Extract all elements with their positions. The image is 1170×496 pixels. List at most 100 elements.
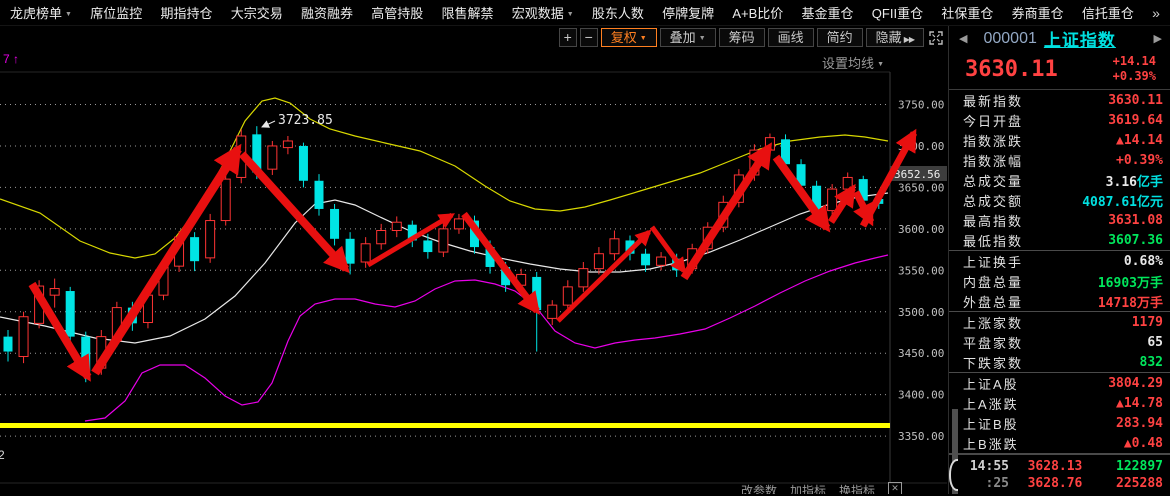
quote-label: 今日开盘 (963, 111, 1023, 130)
quote-row: 指数涨跌▲14.14 (949, 130, 1170, 150)
quote-header: ◀ 000001 上证指数 ▶ (949, 26, 1170, 51)
toolbar-button-复权[interactable]: 复权▼ (601, 28, 657, 47)
quote-label: 上证换手 (963, 252, 1023, 271)
quote-label: 上B涨跌 (963, 434, 1019, 453)
chevron-down-icon: ▼ (65, 11, 72, 18)
quote-row: 上证B股283.94 (949, 413, 1170, 433)
ma-settings-label: 设置均线 (822, 56, 874, 71)
menu-item[interactable]: 社保重仓 (941, 3, 993, 22)
quote-value: 0.68% (1124, 254, 1163, 269)
svg-text:3550.00: 3550.00 (898, 264, 944, 277)
quote-row: 总成交额4087.61亿元 (949, 190, 1170, 210)
ma-settings-button[interactable]: 设置均线▼ (822, 53, 884, 72)
tool-link-改参数[interactable]: 改参数 (741, 482, 777, 494)
quote-row: 上证A股 3804.29 (949, 373, 1170, 393)
quote-label: 上证B股 (963, 414, 1019, 433)
menu-item[interactable]: 股东人数 (592, 3, 644, 22)
svg-text:3652.56: 3652.56 (894, 168, 940, 181)
quote-row: 外盘总量14718万手 (949, 291, 1170, 312)
clipped-label-fragment: 2 (0, 448, 5, 462)
quote-row: 内盘总量 16903万手 (949, 271, 1170, 291)
menu-item[interactable]: 券商重仓 (1012, 3, 1064, 22)
quote-row: 指数涨幅+0.39% (949, 150, 1170, 170)
quote-label: 上证A股 (963, 374, 1019, 393)
quote-value: 832 (1140, 355, 1163, 370)
quote-row: 上涨家数 1179 (949, 312, 1170, 332)
zoom-out-button[interactable]: − (580, 28, 598, 47)
quote-value: 16903万手 (1098, 272, 1163, 291)
quote-value: 1179 (1132, 315, 1163, 330)
svg-text:3650.00: 3650.00 (898, 181, 944, 194)
quote-row: 总成交量3.16亿手 (949, 170, 1170, 190)
indicator-tools-row: 改参数 加指标 换指标 ✕ (741, 482, 902, 494)
menu-item[interactable]: A+B比价 (732, 3, 783, 22)
top-menu-bar: 龙虎榜单▼ 席位监控期指持仓大宗交易融资融券高管持股限售解禁宏观数据▼ 股东人数停牌… (0, 0, 1170, 26)
menu-item[interactable]: 席位监控 (90, 3, 142, 22)
quote-rows: 最新指数3630.11今日开盘3619.64指数涨跌▲14.14指数涨幅+0.3… (949, 89, 1170, 454)
candlestick-chart-canvas[interactable]: 3750.003700.003650.003600.003550.003500.… (0, 49, 948, 494)
fullscreen-expand-icon[interactable] (927, 29, 944, 46)
menu-item[interactable]: 基金重仓 (802, 3, 854, 22)
toolbar-button-简约[interactable]: 简约 (817, 28, 863, 47)
quote-row: 下跌家数 832 (949, 352, 1170, 373)
quote-row: 上证换手 0.68% (949, 251, 1170, 271)
tool-link-加指标[interactable]: 加指标 (790, 482, 826, 494)
menu-item[interactable]: 期指持仓 (160, 3, 212, 22)
chevron-down-icon: ▼ (877, 61, 884, 68)
zoom-in-button[interactable]: + (559, 28, 577, 47)
quote-value: 65 (1147, 335, 1163, 350)
toolbar-button-叠加[interactable]: 叠加▼ (660, 28, 716, 47)
quote-value: 3804.29 (1108, 376, 1163, 391)
quote-row: 平盘家数 65 (949, 332, 1170, 352)
quote-label: 外盘总量 (963, 292, 1023, 311)
toolbar-button-筹码[interactable]: 筹码 (719, 28, 765, 47)
menu-more-chevron[interactable]: » (1152, 5, 1160, 21)
stock-name-link[interactable]: 上证指数 (1044, 26, 1116, 51)
menu-item[interactable]: QFII重仓 (872, 3, 923, 22)
quote-row: 上A涨跌▲14.78 (949, 393, 1170, 413)
quote-row: 今日开盘3619.64 (949, 110, 1170, 130)
quote-label: 总成交量 (963, 171, 1023, 190)
quote-row: 最低指数 3607.36 (949, 230, 1170, 251)
menu-item[interactable]: 融资融券 (301, 3, 353, 22)
stock-code: 000001 (983, 30, 1036, 48)
quote-label: 上涨家数 (963, 313, 1023, 332)
quote-label: 最低指数 (963, 231, 1023, 250)
tool-link-换指标[interactable]: 换指标 (839, 482, 875, 494)
chart-pane: +−复权▼叠加▼筹码画线简约隐藏▶▶ 3750.003700.003650.00… (0, 26, 948, 494)
quote-label: 最新指数 (963, 91, 1023, 110)
quote-label: 平盘家数 (963, 333, 1023, 352)
menu-item[interactable]: 龙虎榜单▼ (10, 3, 72, 22)
toolbar-button-隐藏[interactable]: 隐藏▶▶ (866, 28, 924, 47)
menu-item[interactable]: 限售解禁 (441, 3, 493, 22)
menu-item[interactable]: 信托重仓 (1082, 3, 1134, 22)
quote-label: 内盘总量 (963, 272, 1023, 291)
main-area: +−复权▼叠加▼筹码画线简约隐藏▶▶ 3750.003700.003650.00… (0, 26, 1170, 494)
close-indicator-icon[interactable]: ✕ (888, 482, 902, 494)
svg-text:3400.00: 3400.00 (898, 389, 944, 402)
svg-text:3600.00: 3600.00 (898, 223, 944, 236)
menu-item[interactable]: 停牌复牌 (662, 3, 714, 22)
svg-text:3500.00: 3500.00 (898, 306, 944, 319)
quote-label: 下跌家数 (963, 353, 1023, 372)
svg-text:3750.00: 3750.00 (898, 99, 944, 112)
prev-stock-arrow[interactable]: ◀ (959, 32, 967, 45)
next-stock-arrow[interactable]: ▶ (1154, 32, 1162, 45)
quote-value: 3631.08 (1108, 213, 1163, 228)
quote-value: ▲14.14 (1116, 133, 1163, 148)
indicator-label-fragment: 7 ↑ (3, 52, 19, 66)
price-block: 3630.11 +14.14 +0.39% (949, 51, 1170, 89)
menu-item[interactable]: 宏观数据▼ (512, 3, 574, 22)
menu-item[interactable]: 大宗交易 (231, 3, 283, 22)
kline-chart[interactable]: 3750.003700.003650.003600.003550.003500.… (0, 49, 948, 494)
quote-row: 上B涨跌 ▲0.48 (949, 433, 1170, 454)
quote-value: ▲0.48 (1124, 436, 1163, 451)
toolbar-button-画线[interactable]: 画线 (768, 28, 814, 47)
price-change: +14.14 +0.39% (1113, 54, 1156, 84)
menu-item[interactable]: 高管持股 (371, 3, 423, 22)
tick-row: 14:553628.13122897 (957, 458, 1163, 475)
tick-row: :253628.76225288 (957, 475, 1163, 492)
panel-collapse-grip[interactable] (949, 459, 958, 491)
quote-value: 4087.61亿元 (1082, 191, 1163, 210)
quote-value: 3607.36 (1108, 233, 1163, 248)
